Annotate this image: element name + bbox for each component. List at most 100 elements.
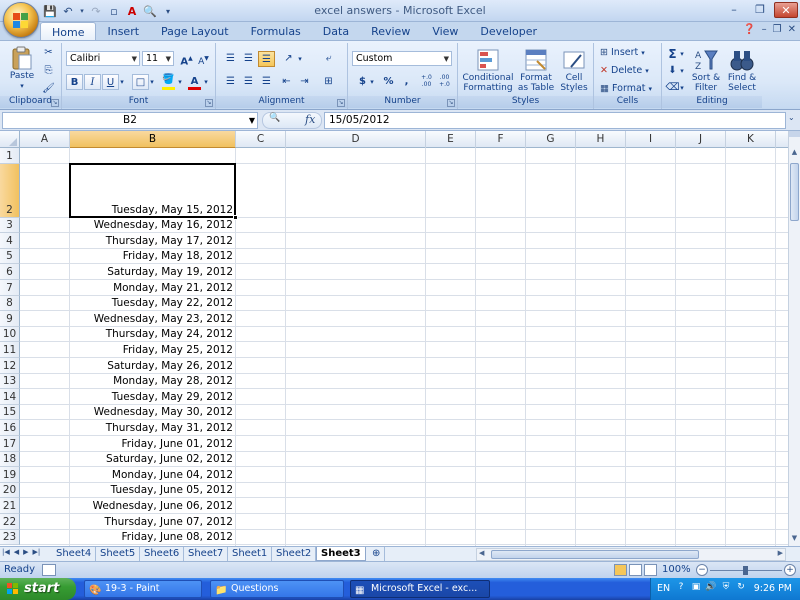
row-header-17[interactable]: 17	[0, 436, 20, 452]
vertical-scrollbar[interactable]: ▲ ▼	[788, 131, 800, 546]
horizontal-scrollbar[interactable]: ◀ ▶	[476, 548, 786, 561]
zoom-slider-thumb[interactable]	[743, 566, 748, 575]
help-tray-icon[interactable]: ?	[675, 582, 687, 594]
sheet-tab-sheet5[interactable]: Sheet5	[96, 547, 141, 561]
scroll-left-icon[interactable]: ◀	[479, 549, 484, 557]
cell-b5[interactable]: Friday, May 18, 2012	[70, 250, 233, 262]
underline-dropdown-icon[interactable]: ▾	[118, 74, 126, 90]
row-header-14[interactable]: 14	[0, 389, 20, 405]
expand-formula-bar-icon[interactable]: ⌄	[788, 113, 798, 128]
row-header-13[interactable]: 13	[0, 373, 20, 390]
cell-b18[interactable]: Saturday, June 02, 2012	[70, 453, 233, 465]
percent-button[interactable]: %	[380, 74, 397, 90]
row-header-3[interactable]: 3	[0, 217, 20, 234]
cell-b13[interactable]: Monday, May 28, 2012	[70, 375, 233, 387]
macro-record-icon[interactable]	[42, 564, 56, 576]
cell-styles-button[interactable]: Cell Styles	[556, 47, 592, 93]
grow-font-icon[interactable]: A▲	[178, 51, 195, 67]
delete-dropdown-icon[interactable]: ▾	[645, 67, 649, 75]
alignment-launcher-icon[interactable]: ↘	[337, 99, 345, 107]
minimize-icon[interactable]: –	[722, 2, 746, 18]
column-header-j[interactable]: J	[676, 131, 726, 148]
insert-sheet-icon[interactable]: ⊕	[368, 547, 386, 561]
cell-b23[interactable]: Friday, June 08, 2012	[70, 531, 233, 543]
prev-sheet-icon[interactable]: ◀	[14, 548, 19, 556]
column-header-i[interactable]: I	[626, 131, 676, 148]
comma-button[interactable]: ,	[398, 74, 415, 90]
cell-b3[interactable]: Wednesday, May 16, 2012	[70, 219, 233, 231]
column-header-c[interactable]: C	[236, 131, 286, 148]
column-header-g[interactable]: G	[526, 131, 576, 148]
first-sheet-icon[interactable]: |◀	[2, 548, 10, 556]
font-launcher-icon[interactable]: ↘	[205, 99, 213, 107]
italic-button[interactable]: I	[84, 74, 101, 90]
cell-b21[interactable]: Wednesday, June 06, 2012	[70, 500, 233, 512]
row-header-15[interactable]: 15	[0, 404, 20, 421]
sheet-tab-sheet6[interactable]: Sheet6	[140, 547, 185, 561]
row-header-9[interactable]: 9	[0, 311, 20, 327]
row-header-5[interactable]: 5	[0, 248, 20, 265]
restore-icon[interactable]: ❐	[748, 2, 772, 18]
page-break-view-icon[interactable]	[644, 564, 657, 576]
cell-b7[interactable]: Monday, May 21, 2012	[70, 282, 233, 294]
row-header-10[interactable]: 10	[0, 326, 20, 343]
cell-b12[interactable]: Saturday, May 26, 2012	[70, 360, 233, 372]
formula-input[interactable]: 15/05/2012	[324, 112, 786, 129]
number-format-combo[interactable]: Custom ▼	[352, 51, 452, 66]
shrink-font-icon[interactable]: A▼	[195, 51, 212, 67]
bold-button[interactable]: B	[66, 74, 83, 90]
fill-dropdown-icon[interactable]: ▾	[678, 63, 686, 79]
font-color-dropdown-icon[interactable]: ▾	[202, 74, 210, 90]
row-header-11[interactable]: 11	[0, 342, 20, 358]
number-format-dropdown-icon[interactable]: ▼	[444, 53, 449, 65]
worksheet-grid[interactable]: ABCDEFGHIJK 1 2 Tuesday, May 15, 2012 3 Wedn…	[0, 131, 800, 546]
sheet-tab-sheet2[interactable]: Sheet2	[272, 547, 317, 561]
insert-button[interactable]: ⊞ Insert ▾	[600, 47, 645, 58]
cell-b10[interactable]: Thursday, May 24, 2012	[70, 328, 233, 340]
sheet-tab-sheet1[interactable]: Sheet1	[228, 547, 273, 561]
cell-b16[interactable]: Thursday, May 31, 2012	[70, 422, 233, 434]
increase-indent-icon[interactable]: ⇥	[296, 74, 313, 90]
sheet-tab-sheet3[interactable]: Sheet3	[316, 547, 366, 561]
increase-decimal-button[interactable]: +.0 .00	[418, 74, 435, 90]
row-header-4[interactable]: 4	[0, 233, 20, 249]
taskbar-task-3[interactable]: ▦ Microsoft Excel - exc...	[350, 580, 490, 598]
column-header-e[interactable]: E	[426, 131, 476, 148]
format-painter-icon[interactable]: 🖌	[40, 81, 57, 97]
row-header-22[interactable]: 22	[0, 514, 20, 530]
cell-b19[interactable]: Monday, June 04, 2012	[70, 469, 233, 481]
tab-formulas[interactable]: Formulas	[240, 22, 312, 40]
conditional-formatting-button[interactable]: Conditional Formatting	[460, 47, 516, 93]
scroll-right-icon[interactable]: ▶	[778, 549, 783, 557]
vertical-scroll-thumb[interactable]	[790, 163, 799, 221]
cell-b2[interactable]: Tuesday, May 15, 2012	[70, 204, 233, 216]
fill-color-icon[interactable]: 🪣	[160, 74, 177, 90]
sheet-tab-sheet7[interactable]: Sheet7	[184, 547, 229, 561]
font-color-button[interactable]: A	[186, 74, 203, 90]
tab-view[interactable]: View	[421, 22, 469, 40]
tab-developer[interactable]: Developer	[469, 22, 548, 40]
formula-search-icon[interactable]: 🔍	[269, 113, 280, 123]
autosum-dropdown-icon[interactable]: ▾	[678, 46, 686, 62]
zoom-out-icon[interactable]: −	[696, 564, 708, 576]
format-dropdown-icon[interactable]: ▾	[649, 85, 653, 93]
security-tray-icon[interactable]: ⛨	[720, 582, 732, 594]
taskbar-task-2[interactable]: 📁 Questions	[210, 580, 344, 598]
language-indicator[interactable]: EN	[657, 583, 670, 594]
help-icon[interactable]: ❓	[743, 24, 755, 35]
close-icon[interactable]: ✕	[774, 2, 798, 18]
cell-b11[interactable]: Friday, May 25, 2012	[70, 344, 233, 356]
fill-handle[interactable]	[233, 214, 238, 220]
next-sheet-icon[interactable]: ▶	[23, 548, 28, 556]
update-tray-icon[interactable]: ↻	[735, 582, 747, 594]
doc-restore-icon[interactable]: ❐	[773, 24, 782, 35]
align-center-icon[interactable]: ☰	[240, 74, 257, 90]
find-select-button[interactable]: Find & Select	[724, 47, 760, 93]
cell-b14[interactable]: Tuesday, May 29, 2012	[70, 391, 233, 403]
split-box[interactable]	[789, 131, 800, 137]
currency-dropdown-icon[interactable]: ▾	[368, 74, 376, 90]
row-header-1[interactable]: 1	[0, 148, 20, 164]
orientation-dropdown-icon[interactable]: ▾	[296, 51, 304, 67]
row-header-16[interactable]: 16	[0, 420, 20, 436]
cell-b8[interactable]: Tuesday, May 22, 2012	[70, 297, 233, 309]
